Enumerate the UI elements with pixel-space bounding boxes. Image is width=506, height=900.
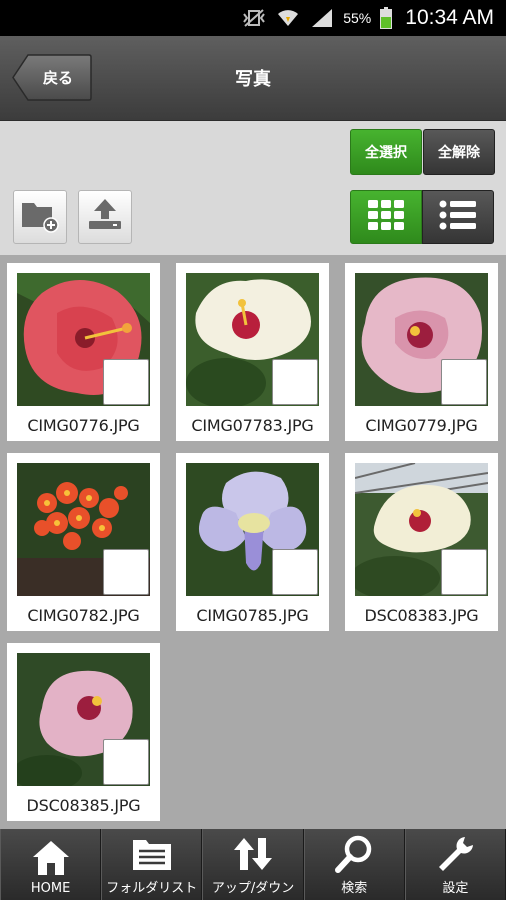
select-checkbox[interactable] (272, 359, 318, 405)
nav-search[interactable]: 検索 (303, 829, 405, 900)
nav-up-down-label: アップ/ダウン (211, 881, 295, 896)
nav-home-label: HOME (30, 881, 71, 896)
photo-item[interactable]: CIMG0782.JPG (7, 453, 160, 631)
bottom-nav: HOME フォルダリスト アップ/ダウン 検索 設定 (0, 829, 506, 900)
photo-grid: CIMG0776.JPG CIMG07783.JPG CIMG0779.JPG … (0, 255, 506, 829)
file-name: CIMG0776.JPG (27, 416, 140, 435)
home-icon (29, 838, 73, 878)
nav-settings-label: 設定 (442, 881, 469, 896)
new-folder-button[interactable] (13, 190, 67, 244)
nav-search-label: 検索 (341, 881, 368, 896)
select-all-button[interactable]: 全選択 (350, 129, 422, 175)
select-checkbox[interactable] (441, 549, 487, 595)
list-view-button[interactable] (422, 190, 494, 244)
file-name: DSC08385.JPG (26, 796, 141, 815)
deselect-all-button[interactable]: 全解除 (423, 129, 495, 175)
select-checkbox[interactable] (441, 359, 487, 405)
file-name: CIMG0782.JPG (27, 606, 140, 625)
status-bar: 55% 10:34 AM (0, 0, 506, 36)
battery-percentage: 55% (343, 10, 372, 26)
wrench-icon (433, 834, 477, 874)
select-checkbox[interactable] (103, 359, 149, 405)
photo-item[interactable]: CIMG0785.JPG (176, 453, 329, 631)
clock: 10:34 AM (405, 6, 494, 29)
nav-home[interactable]: HOME (0, 829, 102, 900)
file-name: CIMG0779.JPG (365, 416, 478, 435)
vibrate-icon (241, 7, 267, 29)
folder-list-icon (130, 834, 174, 874)
back-label: 戻る (42, 69, 73, 87)
signal-icon (309, 7, 335, 29)
new-folder-icon (20, 197, 60, 237)
file-name: CIMG0785.JPG (196, 606, 309, 625)
photo-item[interactable]: DSC08383.JPG (345, 453, 498, 631)
toolbar: 全選択 全解除 (0, 121, 506, 255)
nav-folder-list-label: フォルダリスト (106, 881, 198, 896)
file-name: CIMG07783.JPG (191, 416, 314, 435)
page-title: 写真 (235, 69, 271, 90)
upload-icon (85, 197, 125, 237)
select-checkbox[interactable] (103, 549, 149, 595)
wifi-icon (275, 7, 301, 29)
up-down-icon (231, 834, 275, 874)
nav-settings[interactable]: 設定 (404, 829, 506, 900)
nav-up-down[interactable]: アップ/ダウン (202, 829, 304, 900)
grid-view-icon (366, 199, 406, 235)
photo-item[interactable]: CIMG0779.JPG (345, 263, 498, 441)
battery-icon (379, 7, 393, 29)
photo-item[interactable]: DSC08385.JPG (7, 643, 160, 821)
photo-item[interactable]: CIMG07783.JPG (176, 263, 329, 441)
upload-button[interactable] (78, 190, 132, 244)
file-name: DSC08383.JPG (364, 606, 479, 625)
app-header: 戻る 写真 (0, 36, 506, 121)
select-checkbox[interactable] (272, 549, 318, 595)
photo-item[interactable]: CIMG0776.JPG (7, 263, 160, 441)
list-view-icon (438, 199, 478, 235)
search-icon (332, 834, 376, 874)
back-button[interactable]: 戻る (12, 54, 92, 101)
grid-view-button[interactable] (350, 190, 422, 244)
select-checkbox[interactable] (103, 739, 149, 785)
nav-folder-list[interactable]: フォルダリスト (101, 829, 203, 900)
